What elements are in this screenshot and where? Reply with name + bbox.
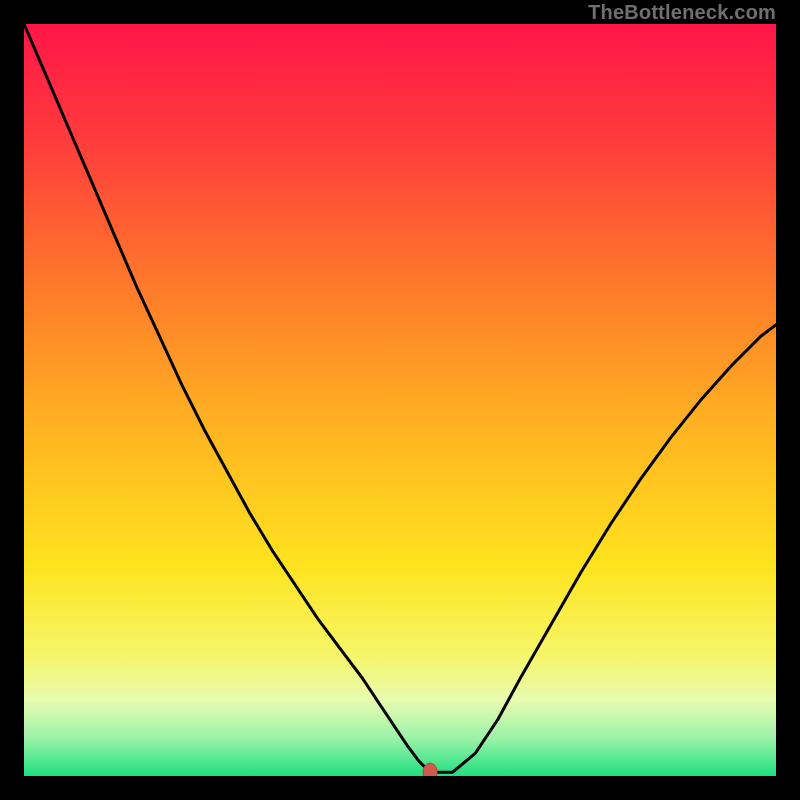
chart-svg — [24, 24, 776, 776]
outer-frame: TheBottleneck.com — [0, 0, 800, 800]
gradient-background — [24, 24, 776, 776]
chart-area — [24, 24, 776, 776]
optimal-point-marker — [423, 763, 437, 776]
watermark-text: TheBottleneck.com — [588, 2, 776, 25]
